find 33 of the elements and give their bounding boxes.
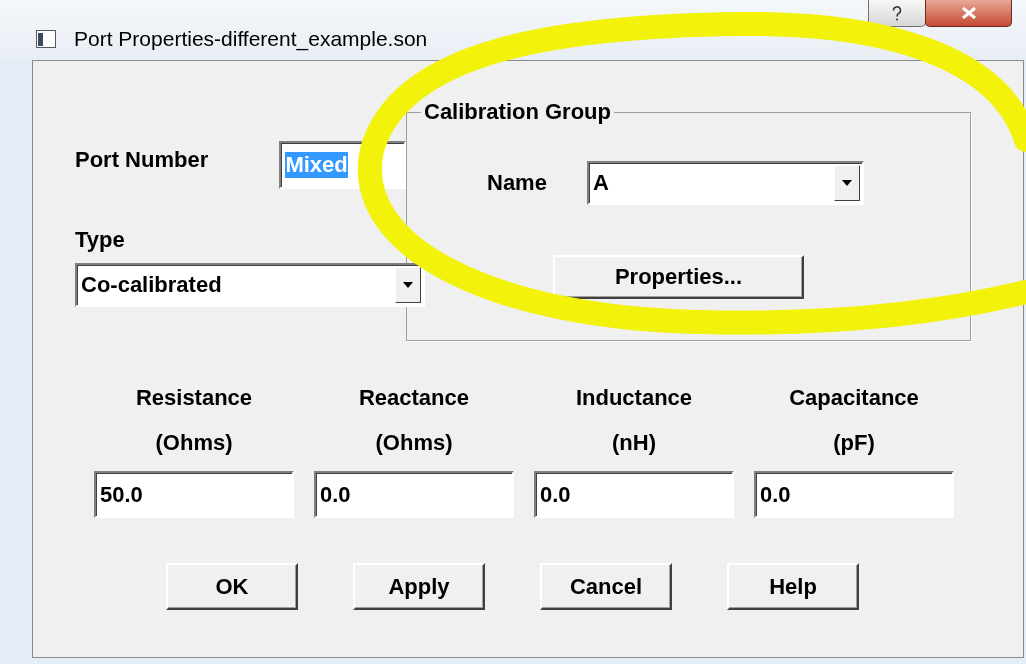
value-field[interactable]: 50.0: [94, 471, 294, 518]
dropdown-button[interactable]: [834, 165, 860, 201]
type-dropdown[interactable]: Co-calibrated: [75, 263, 425, 307]
dialog-button[interactable]: OK: [166, 563, 298, 610]
unit-label: (Ohms): [155, 429, 233, 457]
name-label: Name: [487, 170, 548, 196]
field-label: Reactance: [358, 384, 470, 412]
name-dropdown[interactable]: A: [587, 161, 864, 205]
close-button[interactable]: [925, 0, 1012, 27]
dialog-button[interactable]: Apply: [353, 563, 485, 610]
caret-icon: [403, 282, 413, 288]
value-field[interactable]: 0.0: [314, 471, 514, 518]
field-label: Inductance: [575, 384, 693, 412]
unit-label: (nH): [612, 429, 656, 457]
field-label: Resistance: [135, 384, 253, 412]
value-field[interactable]: 0.0: [534, 471, 734, 518]
unit-label: (Ohms): [375, 429, 453, 457]
close-icon: [961, 7, 976, 19]
caret-icon: [842, 180, 852, 186]
app-icon: [36, 30, 56, 48]
help-icon: [892, 5, 902, 21]
dropdown-button[interactable]: [395, 267, 421, 303]
help-button[interactable]: [868, 0, 926, 27]
dialog-button[interactable]: Cancel: [540, 563, 672, 610]
dialog-button[interactable]: Help: [727, 563, 859, 610]
type-label: Type: [75, 227, 126, 253]
unit-label: (pF): [833, 429, 875, 457]
field-label: Capacitance: [789, 384, 919, 412]
value-field[interactable]: 0.0: [754, 471, 954, 518]
port-number-label: Port Number: [75, 147, 210, 173]
group-title: Calibration Group: [423, 99, 612, 125]
properties-button[interactable]: Properties...: [553, 255, 804, 299]
window-title: Port Properties-different_example.son: [74, 27, 428, 51]
